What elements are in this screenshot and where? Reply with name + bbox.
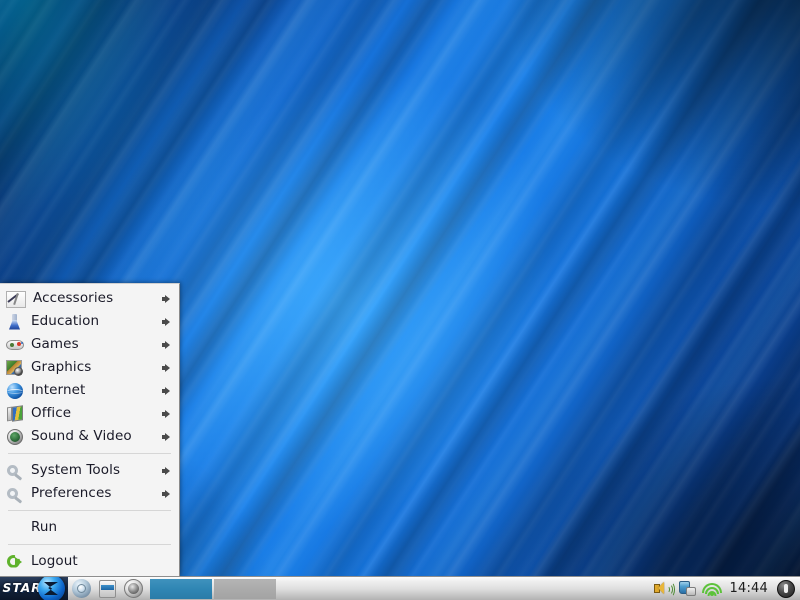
menu-separator <box>8 544 171 545</box>
submenu-arrow-icon <box>162 317 170 326</box>
menu-item-label: Sound & Video <box>31 427 132 444</box>
wifi-icon[interactable] <box>701 579 722 599</box>
menu-item-preferences[interactable]: Preferences <box>0 482 179 505</box>
menu-item-label: Graphics <box>31 358 92 375</box>
menu-item-label: Internet <box>31 381 86 398</box>
menu-item-accessories[interactable]: Accessories <box>0 287 179 310</box>
menu-item-games[interactable]: Games <box>0 333 179 356</box>
menu-item-office[interactable]: Office <box>0 402 179 425</box>
accessories-icon <box>6 290 26 308</box>
taskbar[interactable]: START 14:44 <box>0 576 800 600</box>
education-icon <box>6 313 24 331</box>
start-menu[interactable]: Accessories Education Games Graphics Int… <box>0 283 180 577</box>
menu-item-label: Run <box>31 518 58 535</box>
menu-item-label: System Tools <box>31 461 121 478</box>
menu-item-label: Logout <box>31 552 78 569</box>
start-button[interactable]: START <box>0 577 68 600</box>
audio-player-icon[interactable] <box>120 577 146 600</box>
office-icon <box>6 405 24 423</box>
volume-waves-icon <box>665 581 675 597</box>
file-manager-icon[interactable] <box>94 577 120 600</box>
menu-item-label: Accessories <box>33 289 114 306</box>
menu-separator <box>8 510 171 511</box>
menu-item-label: Games <box>31 335 79 352</box>
system-tools-icon <box>6 462 24 480</box>
submenu-arrow-icon <box>162 489 170 498</box>
submenu-arrow-icon <box>162 409 170 418</box>
menu-item-label: Office <box>31 404 72 421</box>
submenu-arrow-icon <box>162 466 170 475</box>
menu-item-internet[interactable]: Internet <box>0 379 179 402</box>
submenu-arrow-icon <box>162 363 170 372</box>
games-icon <box>6 336 24 354</box>
submenu-arrow-icon <box>162 386 170 395</box>
desktop[interactable]: Accessories Education Games Graphics Int… <box>0 0 800 600</box>
window-task-list[interactable] <box>146 577 648 600</box>
submenu-arrow-icon <box>162 432 170 441</box>
menu-item-logout[interactable]: Logout <box>0 550 179 573</box>
menu-item-system-tools[interactable]: System Tools <box>0 459 179 482</box>
task-button-active[interactable] <box>150 578 212 599</box>
task-button-inactive[interactable] <box>214 578 276 599</box>
menu-item-label: Preferences <box>31 484 112 501</box>
internet-icon <box>6 382 24 400</box>
preferences-icon <box>6 485 24 503</box>
menu-item-education[interactable]: Education <box>0 310 179 333</box>
clock[interactable]: 14:44 <box>726 581 772 596</box>
volume-icon[interactable] <box>654 579 675 599</box>
menu-item-label: Education <box>31 312 100 329</box>
start-orb-icon <box>38 577 65 600</box>
submenu-arrow-icon <box>162 340 170 349</box>
logout-icon <box>6 553 24 571</box>
menu-separator <box>8 453 171 454</box>
system-tray[interactable]: 14:44 <box>648 577 800 600</box>
submenu-arrow-icon <box>162 294 170 303</box>
menu-item-run[interactable]: Run <box>0 516 179 539</box>
power-icon[interactable] <box>776 579 796 599</box>
network-icon[interactable] <box>678 579 698 599</box>
web-browser-icon[interactable] <box>68 577 94 600</box>
graphics-icon <box>6 359 24 377</box>
sound-video-icon <box>6 428 24 446</box>
menu-item-sound-video[interactable]: Sound & Video <box>0 425 179 448</box>
menu-item-graphics[interactable]: Graphics <box>0 356 179 379</box>
